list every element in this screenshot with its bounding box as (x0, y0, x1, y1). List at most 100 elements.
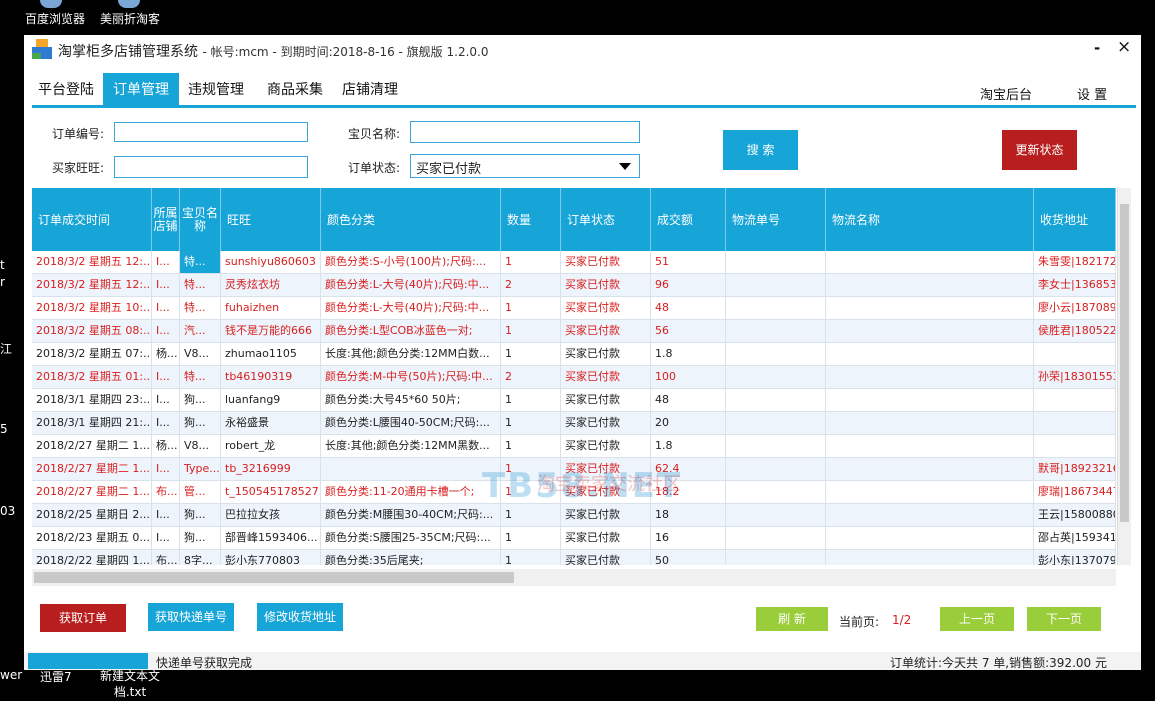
table-cell[interactable]: zhumao1105 (221, 343, 321, 365)
table-cell[interactable]: 部晋峰1593406... (221, 527, 321, 549)
table-cell[interactable] (726, 550, 826, 565)
table-cell[interactable]: 颜色分类:M-中号(50片);尺码:中... (321, 366, 501, 388)
update-status-button[interactable]: 更新状态 (1002, 130, 1077, 170)
table-cell[interactable]: 买家已付款 (561, 550, 651, 565)
table-cell[interactable]: 2018/2/25 星期日 2... (32, 504, 152, 526)
table-row[interactable]: 2018/3/2 星期五 12:... I... 特... 灵秀炫衣坊 颜色分类:L-大… (32, 274, 1116, 297)
table-cell[interactable]: 1 (501, 527, 561, 549)
table-cell[interactable]: 2018/3/2 星期五 07:... (32, 343, 152, 365)
table-cell[interactable]: 狗... (180, 504, 221, 526)
column-header[interactable]: 订单状态 (561, 188, 651, 251)
table-cell[interactable]: 51 (651, 251, 726, 273)
column-header[interactable]: 数量 (501, 188, 561, 251)
table-cell[interactable] (826, 550, 1034, 565)
table-cell[interactable]: 1 (501, 389, 561, 411)
tab-shop-cleanup[interactable]: 店铺清理 (342, 73, 398, 107)
table-cell[interactable]: tb46190319 (221, 366, 321, 388)
table-cell[interactable]: I... (152, 504, 180, 526)
desktop-label-baidu[interactable]: 百度浏览器 (25, 10, 85, 27)
table-cell[interactable]: 侯胜君|1805222 (1034, 320, 1116, 342)
table-cell[interactable]: tb_3216999 (221, 458, 321, 480)
column-header[interactable]: 物流名称 (826, 188, 1034, 251)
table-cell[interactable]: 邵占英|1593418 (1034, 527, 1116, 549)
refresh-button[interactable]: 刷 新 (756, 607, 828, 631)
table-cell[interactable]: 朱雪雯|1821729 (1034, 251, 1116, 273)
table-cell[interactable]: 1 (501, 504, 561, 526)
table-cell[interactable]: 50 (651, 550, 726, 565)
table-cell[interactable]: 1 (501, 412, 561, 434)
item-name-input[interactable] (410, 121, 640, 143)
table-cell[interactable]: 1 (501, 343, 561, 365)
table-cell[interactable]: 狗... (180, 389, 221, 411)
table-cell[interactable]: 长度:其他;颜色分类:12MM黑数... (321, 435, 501, 457)
next-page-button[interactable]: 下一页 (1027, 607, 1101, 631)
table-cell[interactable]: 1 (501, 297, 561, 319)
table-cell[interactable] (726, 274, 826, 296)
table-cell[interactable]: 2018/2/27 星期二 1... (32, 481, 152, 503)
column-header[interactable]: 收货地址 (1034, 188, 1116, 251)
table-cell[interactable]: 颜色分类:L型COB冰蓝色一对; (321, 320, 501, 342)
table-row[interactable]: 2018/3/1 星期四 21:... I... 狗... 永裕盛景 颜色分类:L腰围4… (32, 412, 1116, 435)
table-cell[interactable] (321, 458, 501, 480)
table-cell[interactable] (726, 527, 826, 549)
table-cell[interactable]: 1.8 (651, 435, 726, 457)
table-cell[interactable]: I... (152, 366, 180, 388)
table-row[interactable]: 2018/3/1 星期四 23:... I... 狗... luanfang9 颜色分类… (32, 389, 1116, 412)
table-cell[interactable] (1034, 412, 1116, 434)
table-cell[interactable]: 颜色分类:L腰围40-50CM;尺码:... (321, 412, 501, 434)
table-cell[interactable]: I... (152, 458, 180, 480)
table-cell[interactable]: 1.8 (651, 343, 726, 365)
table-row[interactable]: 2018/2/27 星期二 1... 杨... V8... robert_龙 长度:其他… (32, 435, 1116, 458)
table-cell[interactable]: 56 (651, 320, 726, 342)
table-row[interactable]: 2018/2/23 星期五 0... I... 狗... 部晋峰1593406... 颜… (32, 527, 1116, 550)
table-cell[interactable]: robert_龙 (221, 435, 321, 457)
table-cell[interactable]: 买家已付款 (561, 435, 651, 457)
table-cell[interactable]: 2 (501, 366, 561, 388)
table-cell[interactable] (726, 343, 826, 365)
table-cell[interactable]: t_150545178527... (221, 481, 321, 503)
table-cell[interactable]: 彭小东|1370790 (1034, 550, 1116, 565)
table-cell[interactable]: 王云|15800880 (1034, 504, 1116, 526)
table-cell[interactable]: 买家已付款 (561, 297, 651, 319)
table-cell[interactable]: 颜色分类:11-20通用卡槽一个; (321, 481, 501, 503)
table-cell[interactable] (826, 527, 1034, 549)
table-row[interactable]: 2018/3/2 星期五 08:... I... 汽... 钱不是万能的666 颜色分类… (32, 320, 1116, 343)
desktop-icon-baidu[interactable] (40, 0, 62, 8)
table-cell[interactable]: 2018/2/22 星期四 1... (32, 550, 152, 565)
table-cell[interactable]: 颜色分类:M腰围30-40CM;尺码:... (321, 504, 501, 526)
tab-product-collection[interactable]: 商品采集 (267, 73, 323, 107)
table-cell[interactable] (726, 458, 826, 480)
table-cell[interactable] (826, 389, 1034, 411)
table-cell[interactable]: 2018/3/2 星期五 12:... (32, 251, 152, 273)
table-cell[interactable]: 2018/3/1 星期四 23:... (32, 389, 152, 411)
table-cell[interactable]: I... (152, 527, 180, 549)
table-cell[interactable]: 买家已付款 (561, 251, 651, 273)
minimize-button[interactable]: - (1094, 39, 1100, 57)
edit-address-button[interactable]: 修改收货地址 (257, 603, 343, 631)
table-cell[interactable] (726, 435, 826, 457)
table-cell[interactable] (826, 481, 1034, 503)
table-cell[interactable]: 买家已付款 (561, 320, 651, 342)
table-cell[interactable] (826, 343, 1034, 365)
table-cell[interactable]: I... (152, 251, 180, 273)
table-cell[interactable]: 买家已付款 (561, 504, 651, 526)
table-cell[interactable]: 2018/3/2 星期五 12:... (32, 274, 152, 296)
table-cell[interactable]: sunshiyu860603 (221, 251, 321, 273)
table-cell[interactable] (826, 366, 1034, 388)
table-cell[interactable]: 2018/2/27 星期二 1... (32, 435, 152, 457)
table-cell[interactable]: I... (152, 320, 180, 342)
table-cell[interactable]: 杨... (152, 435, 180, 457)
table-cell[interactable]: 廖瑞|186734472 (1034, 481, 1116, 503)
table-cell[interactable] (826, 274, 1034, 296)
table-cell[interactable]: 2 (501, 274, 561, 296)
table-cell[interactable]: 特... (180, 297, 221, 319)
column-header[interactable]: 物流单号 (726, 188, 826, 251)
table-cell[interactable]: 灵秀炫衣坊 (221, 274, 321, 296)
table-cell[interactable]: I... (152, 389, 180, 411)
table-cell[interactable] (826, 435, 1034, 457)
table-cell[interactable]: 颜色分类:35后尾夹; (321, 550, 501, 565)
table-cell[interactable] (726, 297, 826, 319)
table-cell[interactable]: 廖小云|1870890 (1034, 297, 1116, 319)
table-cell[interactable]: 永裕盛景 (221, 412, 321, 434)
column-header[interactable]: 颜色分类 (321, 188, 501, 251)
